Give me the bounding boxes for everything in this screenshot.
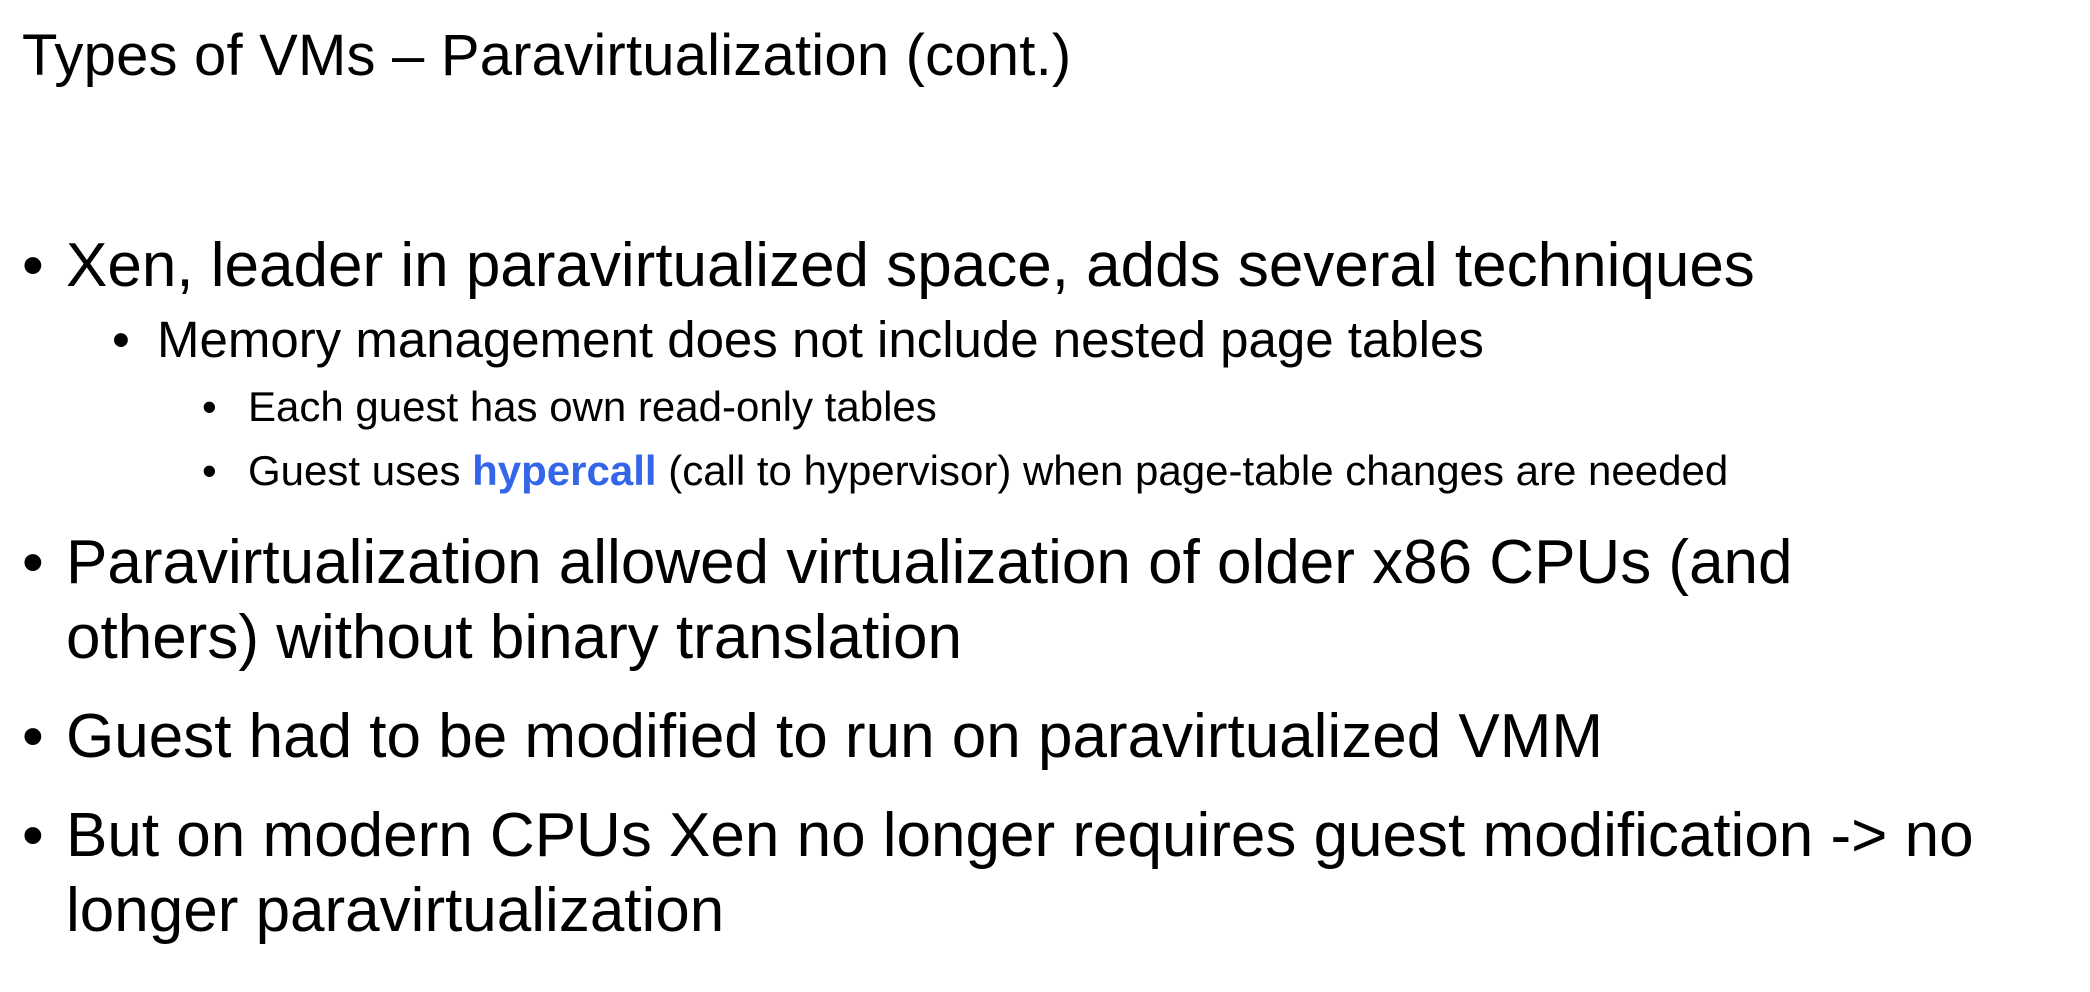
bullet-text-line-1: Paravirtualization allowed virtualizatio… [66,528,1793,597]
bullet-paravirtualization-x86: • Paravirtualization allowed virtualizat… [0,525,2090,675]
sub-bullet-memory-management: • Memory management does not include nes… [0,307,2090,373]
bullet-text: Xen, leader in paravirtualized space, ad… [66,231,1755,300]
bullet-dot: • [202,447,217,494]
bullet-dot: • [22,801,44,870]
slide: Types of VMs – Paravirtualization (cont.… [0,0,2090,992]
bullet-list: • Xen, leader in paravirtualized space, … [0,228,2090,948]
bullet-modern-cpus: • But on modern CPUs Xen no longer requi… [0,798,2090,948]
hypercall-highlight: hypercall [472,447,657,494]
bullet-text: Each guest has own read-only tables [248,383,937,430]
sub-sub-bullet-read-only-tables: • Each guest has own read-only tables [0,377,2090,437]
bullet-dot: • [22,528,44,597]
bullet-text-line-2: longer paravirtualization [66,876,725,945]
bullet-guest-modified: • Guest had to be modified to run on par… [0,699,2090,774]
bullet-text: Guest had to be modified to run on parav… [66,702,1604,771]
bullet-text-suffix: (call to hypervisor) when page-table cha… [656,447,1729,494]
bullet-dot: • [112,311,130,368]
bullet-dot: • [22,231,44,300]
sub-sub-bullet-hypercall: • Guest uses hypercall (call to hypervis… [0,441,2090,501]
bullet-dot: • [22,702,44,771]
bullet-text-prefix: Guest uses [248,447,473,494]
bullet-text: Memory management does not include neste… [157,311,1484,368]
bullet-text-line-1: But on modern CPUs Xen no longer require… [66,801,1974,870]
slide-title: Types of VMs – Paravirtualization (cont.… [22,23,1072,88]
bullet-text-line-2: others) without binary translation [66,603,963,672]
bullet-dot: • [202,383,217,430]
bullet-xen: • Xen, leader in paravirtualized space, … [0,228,2090,303]
